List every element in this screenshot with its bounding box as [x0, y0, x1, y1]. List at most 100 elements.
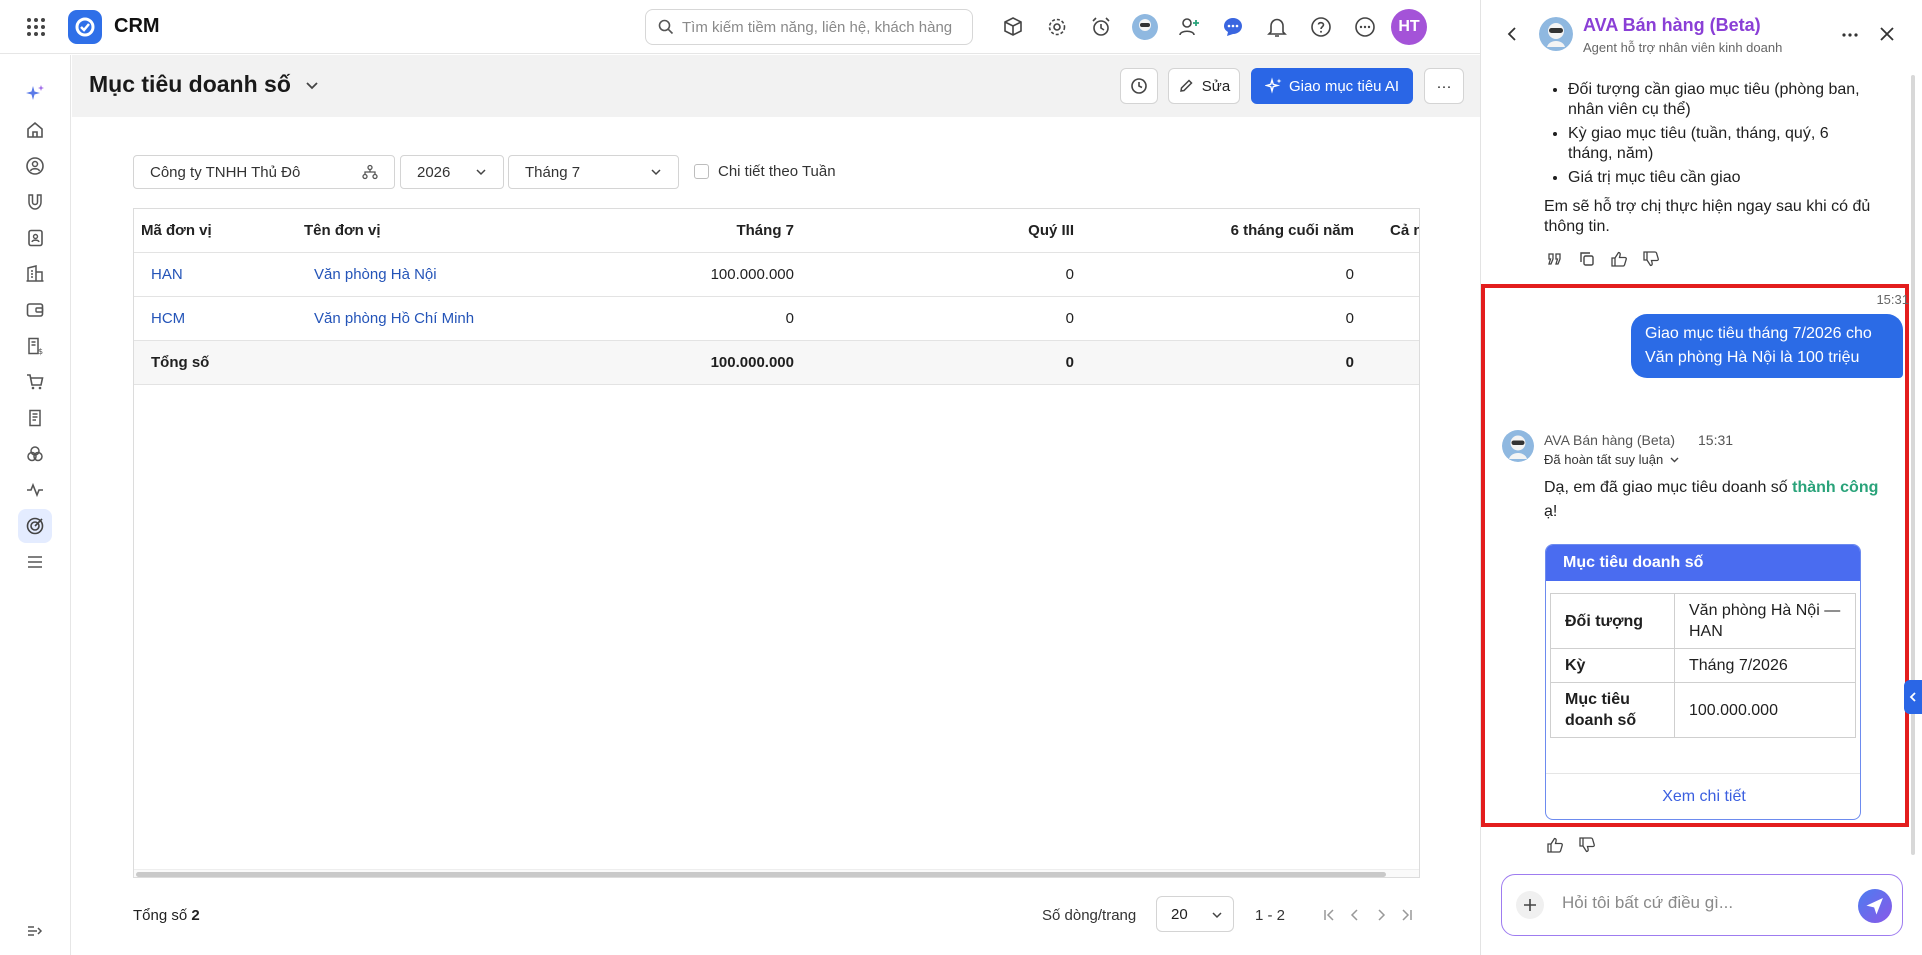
more-actions-label: ··· — [1436, 77, 1452, 95]
sparkle-icon — [1264, 77, 1283, 95]
row-unit-name[interactable]: Văn phòng Hà Nội — [314, 253, 437, 296]
row-month-value: 100.000.000 — [710, 266, 794, 283]
header-full-year[interactable]: Cả n — [1390, 209, 1419, 252]
send-icon[interactable] — [1858, 889, 1892, 923]
ai-assign-button[interactable]: Giao mục tiêu AI — [1251, 68, 1413, 104]
list-item: Đối tượng cần giao mục tiêu (phòng ban, … — [1568, 80, 1874, 120]
user-avatar[interactable]: HT — [1391, 9, 1427, 45]
year-select[interactable]: 2026 — [400, 155, 504, 189]
app-launcher-icon[interactable] — [18, 9, 54, 45]
card-value: Tháng 7/2026 — [1674, 648, 1856, 683]
sidebar-receipt-icon[interactable] — [18, 401, 52, 435]
header-unit-name[interactable]: Tên đơn vị — [304, 209, 381, 252]
chat-subtitle: Agent hỗ trợ nhân viên kinh doanh — [1583, 40, 1783, 55]
thumbs-down-icon[interactable] — [1576, 834, 1598, 856]
header-quarter[interactable]: Quý III — [974, 209, 1074, 252]
copy-icon[interactable] — [1576, 248, 1598, 270]
more-icon[interactable] — [1347, 9, 1383, 45]
header-unit-code[interactable]: Mã đơn vị — [141, 209, 212, 252]
row-unit-code[interactable]: HAN — [151, 253, 183, 296]
user-message: Giao mục tiêu tháng 7/2026 cho Văn phòng… — [1631, 314, 1903, 378]
sidebar-addressbook-icon[interactable] — [18, 221, 52, 255]
card-value: Văn phòng Hà Nội — HAN — [1674, 593, 1856, 649]
sidebar-ai-icon[interactable] — [18, 77, 52, 111]
add-user-icon[interactable] — [1171, 9, 1207, 45]
year-value: 2026 — [417, 163, 451, 181]
prev-page-icon[interactable] — [1344, 904, 1366, 926]
help-icon[interactable] — [1303, 9, 1339, 45]
table-row[interactable]: HCM Văn phòng Hồ Chí Minh 0 0 0 — [134, 297, 1419, 341]
sidebar-home-icon[interactable] — [18, 113, 52, 147]
sidebar-building-icon[interactable] — [18, 257, 52, 291]
sidebar-menu-icon[interactable] — [18, 545, 52, 579]
rows-per-page-select[interactable]: 20 — [1156, 896, 1234, 932]
chevron-down-icon — [650, 166, 662, 178]
sidebar-target-icon[interactable] — [18, 509, 52, 543]
sidebar-magnet-icon[interactable] — [18, 185, 52, 219]
weekly-detail-checkbox[interactable] — [694, 164, 709, 179]
back-icon[interactable] — [1505, 26, 1521, 42]
settings-icon[interactable] — [1039, 9, 1075, 45]
thumbs-up-icon[interactable] — [1608, 248, 1630, 270]
header-half-year[interactable]: 6 tháng cuối năm — [1154, 209, 1354, 252]
collapse-panel-icon[interactable] — [1904, 680, 1922, 714]
page-header: Mục tiêu doanh số Sửa Giao mục tiêu AI ·… — [72, 55, 1480, 117]
reasoning-toggle[interactable]: Đã hoàn tất suy luận — [1544, 452, 1680, 467]
chat-more-icon[interactable] — [1841, 27, 1859, 43]
history-button[interactable] — [1120, 68, 1158, 104]
alarm-icon[interactable] — [1083, 9, 1119, 45]
sidebar-contacts-icon[interactable] — [18, 149, 52, 183]
package-icon[interactable] — [995, 9, 1031, 45]
list-item: Giá trị mục tiêu cần giao — [1568, 168, 1874, 188]
total-half: 0 — [1345, 354, 1354, 371]
sidebar-activity-icon[interactable] — [18, 473, 52, 507]
sidebar-collapse-icon[interactable] — [18, 914, 52, 948]
row-unit-name[interactable]: Văn phòng Hồ Chí Minh — [314, 297, 474, 340]
quote-icon[interactable] — [1544, 248, 1566, 270]
edit-button[interactable]: Sửa — [1168, 68, 1240, 104]
sidebar-circles-icon[interactable] — [18, 437, 52, 471]
sidebar-invoice-icon[interactable]: $ — [18, 329, 52, 363]
close-icon[interactable] — [1879, 26, 1895, 42]
thumbs-up-icon[interactable] — [1544, 834, 1566, 856]
chevron-down-icon[interactable] — [304, 77, 320, 93]
crm-logo-icon[interactable] — [68, 9, 102, 44]
thumbs-down-icon[interactable] — [1640, 248, 1662, 270]
chat-icon[interactable] — [1215, 9, 1251, 45]
sidebar-cart-icon[interactable] — [18, 365, 52, 399]
weekly-detail-label[interactable]: Chi tiết theo Tuần — [718, 163, 836, 180]
scrollbar-thumb[interactable] — [136, 872, 1386, 877]
org-tree-icon[interactable] — [362, 164, 378, 180]
chevron-down-icon — [475, 166, 487, 178]
app-name[interactable]: CRM — [114, 15, 160, 38]
reply-success: thành công — [1792, 479, 1879, 496]
search-input[interactable] — [682, 18, 962, 36]
view-details-link[interactable]: Xem chi tiết — [1546, 773, 1860, 819]
table-row[interactable]: HAN Văn phòng Hà Nội 100.000.000 0 0 — [134, 253, 1419, 297]
more-actions-button[interactable]: ··· — [1424, 68, 1464, 104]
bot-closing-text: Em sẽ hỗ trợ chị thực hiện ngay sau khi … — [1544, 198, 1871, 235]
company-select[interactable]: Công ty TNHH Thủ Đô — [133, 155, 395, 189]
bell-icon[interactable] — [1259, 9, 1295, 45]
bot-message-time: 15:31 — [1698, 432, 1734, 448]
chat-scrollbar[interactable] — [1911, 75, 1915, 855]
record-count-label: Tổng số — [133, 907, 188, 924]
sidebar-wallet-icon[interactable] — [18, 293, 52, 327]
month-select[interactable]: Tháng 7 — [508, 155, 679, 189]
search-icon — [658, 19, 674, 35]
next-page-icon[interactable] — [1370, 904, 1392, 926]
horizontal-scrollbar[interactable] — [134, 869, 1419, 877]
first-page-icon[interactable] — [1318, 904, 1340, 926]
chat-composer[interactable] — [1501, 874, 1903, 936]
plus-icon[interactable] — [1516, 891, 1544, 919]
assistant-avatar-icon[interactable] — [1127, 9, 1163, 45]
row-half-value: 0 — [1345, 266, 1354, 283]
global-search[interactable] — [645, 9, 973, 45]
user-message-time: 15:31 — [1876, 292, 1909, 307]
last-page-icon[interactable] — [1396, 904, 1418, 926]
card-title: Mục tiêu doanh số — [1546, 545, 1860, 581]
chat-input[interactable] — [1562, 893, 1832, 913]
row-unit-code[interactable]: HCM — [151, 297, 185, 340]
reply-prefix: Dạ, em đã giao mục tiêu doanh số — [1544, 479, 1788, 496]
header-month[interactable]: Tháng 7 — [694, 209, 794, 252]
